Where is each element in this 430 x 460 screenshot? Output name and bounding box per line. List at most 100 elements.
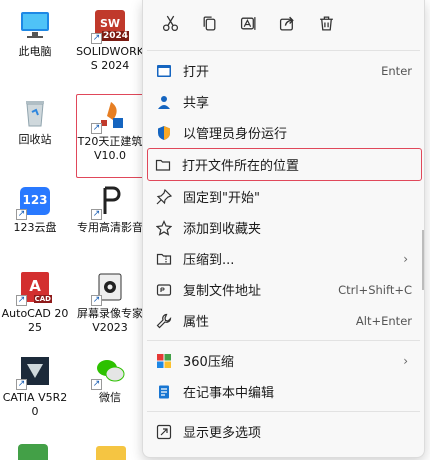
- menu-separator: [147, 50, 420, 51]
- desktop-icon-recycle-bin[interactable]: 回收站: [0, 96, 70, 147]
- desktop-icon-label: T20天正建筑 V10.0: [77, 135, 143, 162]
- menu-item-run-as-admin[interactable]: 以管理员身份运行: [143, 117, 424, 148]
- menu-item-label: 添加到收藏夹: [183, 222, 262, 237]
- cut-button[interactable]: [153, 8, 187, 38]
- autocad-icon: A CAD ↗: [16, 270, 52, 306]
- menu-separator: [147, 411, 420, 412]
- desktop-icon-label: CATIA V5R20: [2, 391, 68, 418]
- share-people-icon: [158, 95, 170, 109]
- zip-folder-icon: [156, 253, 172, 265]
- cloud-drive-icon: 123 ↗: [16, 184, 52, 220]
- partial-green-app-icon[interactable]: [18, 444, 48, 460]
- menu-item-label: 360压缩: [183, 355, 234, 370]
- shortcut-arrow-icon: ↗: [91, 33, 102, 44]
- menu-item-copy-path[interactable]: 复制文件地址 Ctrl+Shift+C: [143, 274, 424, 305]
- screen-recorder-icon: ↗: [91, 270, 127, 306]
- admin-shield-icon: [158, 125, 170, 140]
- monitor-icon: [18, 8, 52, 42]
- desktop-icon-label: 123云盘: [13, 221, 57, 234]
- open-app-icon: [157, 64, 171, 77]
- menu-item-label: 打开文件所在的位置: [182, 159, 300, 174]
- solidworks-icon: SW 2024 ↗: [91, 8, 129, 44]
- menu-item-properties[interactable]: 属性 Alt+Enter: [143, 305, 424, 336]
- folder-icon: [155, 159, 171, 171]
- copy-path-icon: [156, 283, 172, 296]
- desktop-icon-t20-tianzheng[interactable]: ↗ T20天正建筑 V10.0: [75, 98, 145, 163]
- copy-icon: [203, 15, 215, 31]
- menu-item-label: 打开: [183, 65, 210, 80]
- menu-item-360-compress[interactable]: 360压缩 ›: [143, 345, 424, 376]
- svg-text:A: A: [29, 277, 41, 295]
- catia-icon: ↗: [16, 354, 52, 390]
- desktop-icon-video-player[interactable]: ↗ 专用高清影音: [75, 184, 145, 235]
- menu-item-edit-in-notepad[interactable]: 在记事本中编辑: [143, 376, 424, 407]
- desktop-icon-label: 屏幕录像专家V2023: [77, 307, 143, 334]
- t20-tianzheng-icon: ↗: [91, 98, 127, 134]
- menu-item-label: 固定到"开始": [183, 191, 260, 206]
- menu-item-open[interactable]: 打开 Enter: [143, 55, 424, 86]
- shortcut-arrow-icon: ↗: [91, 123, 102, 134]
- menu-item-pin-to-start[interactable]: 固定到"开始": [143, 181, 424, 212]
- shortcut-arrow-icon: ↗: [91, 209, 102, 220]
- wrench-icon: [156, 313, 172, 328]
- video-player-icon: ↗: [91, 184, 127, 220]
- desktop-icon-catia[interactable]: ↗ CATIA V5R20: [0, 354, 70, 419]
- menu-item-add-to-favorites[interactable]: 添加到收藏夹: [143, 212, 424, 243]
- expand-icon: [156, 424, 172, 439]
- menu-item-share[interactable]: 共享: [143, 86, 424, 117]
- menu-item-label: 压缩到...: [183, 253, 235, 268]
- shortcut-arrow-icon: ↗: [91, 295, 102, 306]
- desktop-icon-label: 回收站: [18, 133, 52, 146]
- menu-item-label: 以管理员身份运行: [183, 127, 288, 142]
- svg-text:SW: SW: [100, 17, 120, 30]
- menu-item-shortcut: Ctrl+Shift+C: [338, 282, 412, 297]
- recycle-bin-icon: [18, 96, 52, 130]
- menu-item-compress-to[interactable]: 压缩到... ›: [143, 243, 424, 274]
- desktop-icon-label: 微信: [99, 391, 121, 404]
- partial-folder-icon[interactable]: [96, 446, 126, 460]
- context-menu-icon-bar: [143, 0, 424, 46]
- context-menu: 打开 Enter 共享 以管理员身份运行 打开文件所在的位置 固定到"开始" 添…: [142, 0, 425, 458]
- menu-item-show-more-options[interactable]: 显示更多选项: [143, 416, 424, 447]
- desktop-icon-solidworks[interactable]: SW 2024 ↗ SOLIDWORKS 2024: [75, 8, 145, 73]
- menu-item-shortcut: Alt+Enter: [355, 313, 412, 328]
- delete-icon: [319, 15, 333, 31]
- share-button[interactable]: [270, 8, 304, 38]
- menu-scrollbar[interactable]: [422, 230, 424, 290]
- desktop-icon-label: AutoCAD 2025: [1, 307, 69, 334]
- solidworks-version-badge: 2024: [101, 31, 129, 41]
- shortcut-arrow-icon: ↗: [16, 295, 27, 306]
- chevron-right-icon: ›: [403, 251, 408, 266]
- menu-item-open-file-location[interactable]: 打开文件所在的位置: [147, 148, 422, 181]
- shortcut-arrow-icon: ↗: [91, 379, 102, 390]
- chevron-right-icon: ›: [403, 353, 408, 368]
- rename-button[interactable]: [231, 8, 265, 38]
- desktop-icon-label: 此电脑: [18, 45, 52, 58]
- menu-item-label: 显示更多选项: [183, 426, 262, 441]
- desktop-icon-screen-recorder[interactable]: ↗ 屏幕录像专家V2023: [75, 270, 145, 335]
- notepad-icon: [159, 385, 169, 398]
- pin-icon: [156, 188, 172, 204]
- menu-item-label: 复制文件地址: [183, 284, 262, 299]
- cloud-drive-badge: 123: [22, 193, 48, 207]
- desktop-icon-this-pc[interactable]: 此电脑: [0, 8, 70, 59]
- delete-button[interactable]: [309, 8, 343, 38]
- desktop-icon-autocad[interactable]: A CAD ↗ AutoCAD 2025: [0, 270, 70, 335]
- shortcut-arrow-icon: ↗: [16, 209, 27, 220]
- 360-compress-icon: [157, 353, 171, 368]
- copy-button[interactable]: [192, 8, 226, 38]
- star-icon: [156, 219, 172, 236]
- shortcut-arrow-icon: ↗: [16, 379, 27, 390]
- menu-item-label: 共享: [183, 96, 210, 111]
- share-icon: [279, 16, 294, 31]
- desktop-icon-label: 专用高清影音: [77, 221, 143, 234]
- rename-icon: [240, 16, 256, 30]
- desktop-icon-label: SOLIDWORKS 2024: [76, 45, 144, 72]
- menu-separator: [147, 340, 420, 341]
- menu-item-label: 属性: [183, 315, 210, 330]
- desktop-icon-123-cloud[interactable]: 123 ↗ 123云盘: [0, 184, 70, 235]
- wechat-icon: ↗: [91, 354, 127, 390]
- autocad-badge: CAD: [33, 295, 52, 303]
- menu-item-shortcut: Enter: [381, 63, 412, 78]
- desktop-icon-wechat[interactable]: ↗ 微信: [75, 354, 145, 405]
